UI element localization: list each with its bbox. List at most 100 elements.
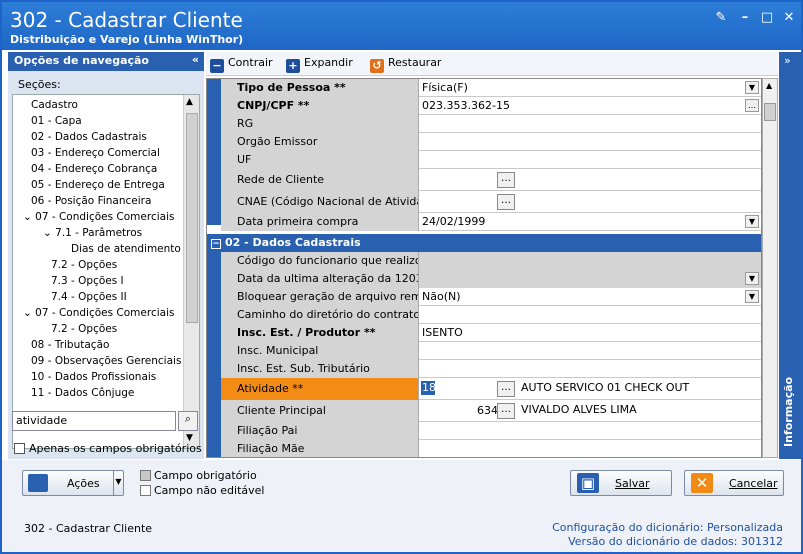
grid-row[interactable]: Cliente Principal 634… VIVALDO ALVES LIMA: [221, 400, 761, 422]
tree-item[interactable]: 06 - Posição Financeira: [31, 193, 151, 209]
grid-row[interactable]: CNAE (Código Nacional de Atividade E…: [221, 191, 761, 213]
field-value[interactable]: [419, 440, 761, 457]
tree-item[interactable]: 09 - Observações Gerenciais: [31, 353, 181, 369]
ellipsis-icon[interactable]: …: [497, 172, 515, 188]
field-value[interactable]: Física(F) ▼: [419, 79, 761, 97]
tree-item[interactable]: 03 - Endereço Comercial: [31, 145, 160, 161]
field-value[interactable]: [419, 360, 761, 378]
field-value[interactable]: Não(N) ▼: [419, 288, 761, 306]
chevron-down-icon[interactable]: ▼: [745, 81, 759, 94]
field-value[interactable]: [419, 342, 761, 360]
chevron-down-icon[interactable]: ⌄: [43, 227, 55, 239]
tree-item[interactable]: 7.2 - Opções: [51, 257, 117, 273]
tree-item[interactable]: 04 - Endereço Cobrança: [31, 161, 157, 177]
tree-scrollbar[interactable]: ▲ ▼: [183, 95, 199, 448]
only-required-checkbox[interactable]: Apenas os campos obrigatórios: [14, 442, 202, 455]
tree-item[interactable]: 05 - Endereço de Entrega: [31, 177, 165, 193]
ellipsis-icon[interactable]: …: [497, 403, 515, 419]
grid-row[interactable]: Orgão Emissor: [221, 133, 761, 151]
field-value[interactable]: …: [419, 191, 761, 213]
tree-item[interactable]: 7.2 - Opções: [51, 321, 117, 337]
sections-label: Seções:: [18, 78, 61, 91]
grid-row[interactable]: Data primeira compra 24/02/1999 ▼: [221, 213, 761, 231]
collapse-right-icon[interactable]: »: [784, 54, 791, 67]
tree-item[interactable]: ⌄ 07 - Condições Comerciais: [23, 209, 174, 225]
tree-item[interactable]: ⌄ 07 - Condições Comerciais: [23, 305, 174, 321]
restore-icon: ↺: [370, 59, 384, 73]
section-gutter: [207, 79, 221, 225]
field-value[interactable]: 023.353.362-15 …: [419, 97, 761, 115]
field-value[interactable]: [419, 133, 761, 151]
chevron-down-icon[interactable]: ⌄: [23, 211, 35, 223]
grid-row[interactable]: Insc. Est. / Produtor ** ISENTO: [221, 324, 761, 342]
tree-item[interactable]: Dias de atendimento: [71, 241, 181, 257]
scroll-up-icon[interactable]: ▲: [766, 81, 772, 90]
field-value[interactable]: 634… VIVALDO ALVES LIMA: [419, 400, 761, 422]
grid-row[interactable]: Rede de Cliente…: [221, 169, 761, 191]
tree-item[interactable]: 7.4 - Opções II: [51, 289, 127, 305]
grid-row[interactable]: Código do funcionario que realizou a: [221, 252, 761, 270]
grid-row[interactable]: Tipo de Pessoa ** Física(F) ▼: [221, 79, 761, 97]
tree-scroll-thumb[interactable]: [186, 113, 198, 323]
ellipsis-icon[interactable]: …: [497, 194, 515, 210]
grid-row[interactable]: UF: [221, 151, 761, 169]
field-value[interactable]: [419, 151, 761, 169]
ellipsis-icon[interactable]: …: [745, 99, 759, 112]
grid-row[interactable]: Atividade ** 18 … AUTO SERVICO 01 CHECK OUT: [221, 378, 761, 400]
collapse-section-icon[interactable]: −: [211, 239, 221, 249]
tree-item[interactable]: 7.3 - Opções I: [51, 273, 124, 289]
chevron-down-icon[interactable]: ▼: [745, 290, 759, 303]
sections-tree[interactable]: Cadastro 01 - Capa 02 - Dados Cadastrais…: [12, 94, 200, 449]
field-value[interactable]: [419, 306, 761, 324]
scroll-up-icon[interactable]: ▲: [186, 97, 193, 107]
search-button[interactable]: ⌕: [178, 411, 198, 431]
grid-scrollbar[interactable]: ▲: [762, 78, 778, 458]
save-button[interactable]: ▣ Salvar: [570, 470, 672, 496]
tree-item[interactable]: 01 - Capa: [31, 113, 82, 129]
tree-item[interactable]: 02 - Dados Cadastrais: [31, 129, 147, 145]
chevron-down-icon[interactable]: ▼: [745, 215, 759, 228]
section-search-input[interactable]: atividade: [12, 411, 176, 431]
expand-button[interactable]: + Expandir: [286, 56, 353, 73]
checkbox-box[interactable]: [14, 443, 25, 454]
maximize-icon[interactable]: □: [760, 11, 774, 25]
field-value-text: 023.353.362-15: [422, 99, 510, 112]
field-value[interactable]: [419, 422, 761, 440]
field-value[interactable]: [419, 115, 761, 133]
field-value[interactable]: 24/02/1999 ▼: [419, 213, 761, 231]
minimize-icon[interactable]: –: [738, 11, 752, 25]
tree-item[interactable]: Cadastro: [31, 97, 78, 113]
info-panel[interactable]: » Informação: [779, 52, 801, 459]
collapse-left-icon[interactable]: «: [192, 53, 199, 66]
field-label: Cliente Principal: [221, 400, 419, 422]
ellipsis-icon[interactable]: …: [497, 381, 515, 397]
grid-row[interactable]: Insc. Est. Sub. Tributário: [221, 360, 761, 378]
cancel-button[interactable]: ✕ Cancelar: [684, 470, 784, 496]
grid-row[interactable]: Caminho do diretório do contrato: [221, 306, 761, 324]
tree-item[interactable]: 08 - Tributação: [31, 337, 109, 353]
edit-icon[interactable]: ✎: [714, 11, 728, 25]
dropdown-arrow-icon[interactable]: ▼: [113, 471, 123, 495]
grid-scroll-thumb[interactable]: [764, 103, 776, 121]
close-icon[interactable]: ✕: [782, 11, 796, 25]
activity-code-input[interactable]: 18: [421, 381, 436, 395]
actions-button[interactable]: Ações ▼: [22, 470, 124, 496]
grid-row[interactable]: CNPJ/CPF ** 023.353.362-15…: [221, 97, 761, 115]
grid-row[interactable]: Filiação Mãe: [221, 440, 761, 457]
tree-item[interactable]: 11 - Dados Cônjuge: [31, 385, 134, 401]
chevron-down-icon[interactable]: ⌄: [23, 307, 35, 319]
grid-row[interactable]: Filiação Pai: [221, 422, 761, 440]
grid-row[interactable]: RG: [221, 115, 761, 133]
tree-item[interactable]: 10 - Dados Profissionais: [31, 369, 156, 385]
restore-button[interactable]: ↺ Restaurar: [370, 56, 441, 73]
grid-row[interactable]: Insc. Municipal: [221, 342, 761, 360]
tree-item[interactable]: ⌄ 7.1 - Parâmetros: [43, 225, 142, 241]
field-value[interactable]: ISENTO: [419, 324, 761, 342]
grid-row[interactable]: Bloquear geração de arquivo remessaNão(N…: [221, 288, 761, 306]
client-code-input[interactable]: 634: [477, 404, 498, 417]
field-value[interactable]: …: [419, 169, 761, 191]
grid-row[interactable]: Data da ultima alteração da 1203 ▼: [221, 270, 761, 288]
collapse-button[interactable]: − Contrair: [210, 56, 273, 73]
field-value[interactable]: 18 … AUTO SERVICO 01 CHECK OUT: [419, 378, 761, 400]
section-header[interactable]: −02 - Dados Cadastrais: [207, 234, 761, 252]
